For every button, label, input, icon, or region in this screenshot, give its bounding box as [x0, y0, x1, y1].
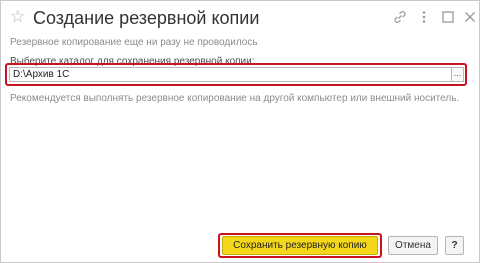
cancel-button[interactable]: Отмена: [388, 236, 438, 255]
status-hint: Резервное копирование еще ни разу не про…: [10, 37, 258, 48]
select-directory-button[interactable]: ...: [451, 67, 464, 82]
star-icon[interactable]: ☆: [10, 7, 25, 27]
help-button[interactable]: ?: [445, 236, 464, 255]
backup-dialog: ☆ Создание резервной копии Резервное коп…: [0, 0, 480, 263]
close-icon[interactable]: [462, 9, 478, 25]
directory-input[interactable]: D:\Архив 1С: [9, 67, 451, 82]
title-bar: ☆ Создание резервной копии: [1, 1, 479, 34]
link-icon[interactable]: [392, 9, 408, 25]
window-title: Создание резервной копии: [33, 8, 260, 28]
recommendation-text: Рекомендуется выполнять резервное копиро…: [10, 93, 460, 104]
save-backup-button[interactable]: Сохранить резервную копию: [222, 236, 378, 255]
maximize-icon[interactable]: [440, 9, 456, 25]
more-vertical-icon[interactable]: [416, 9, 432, 25]
